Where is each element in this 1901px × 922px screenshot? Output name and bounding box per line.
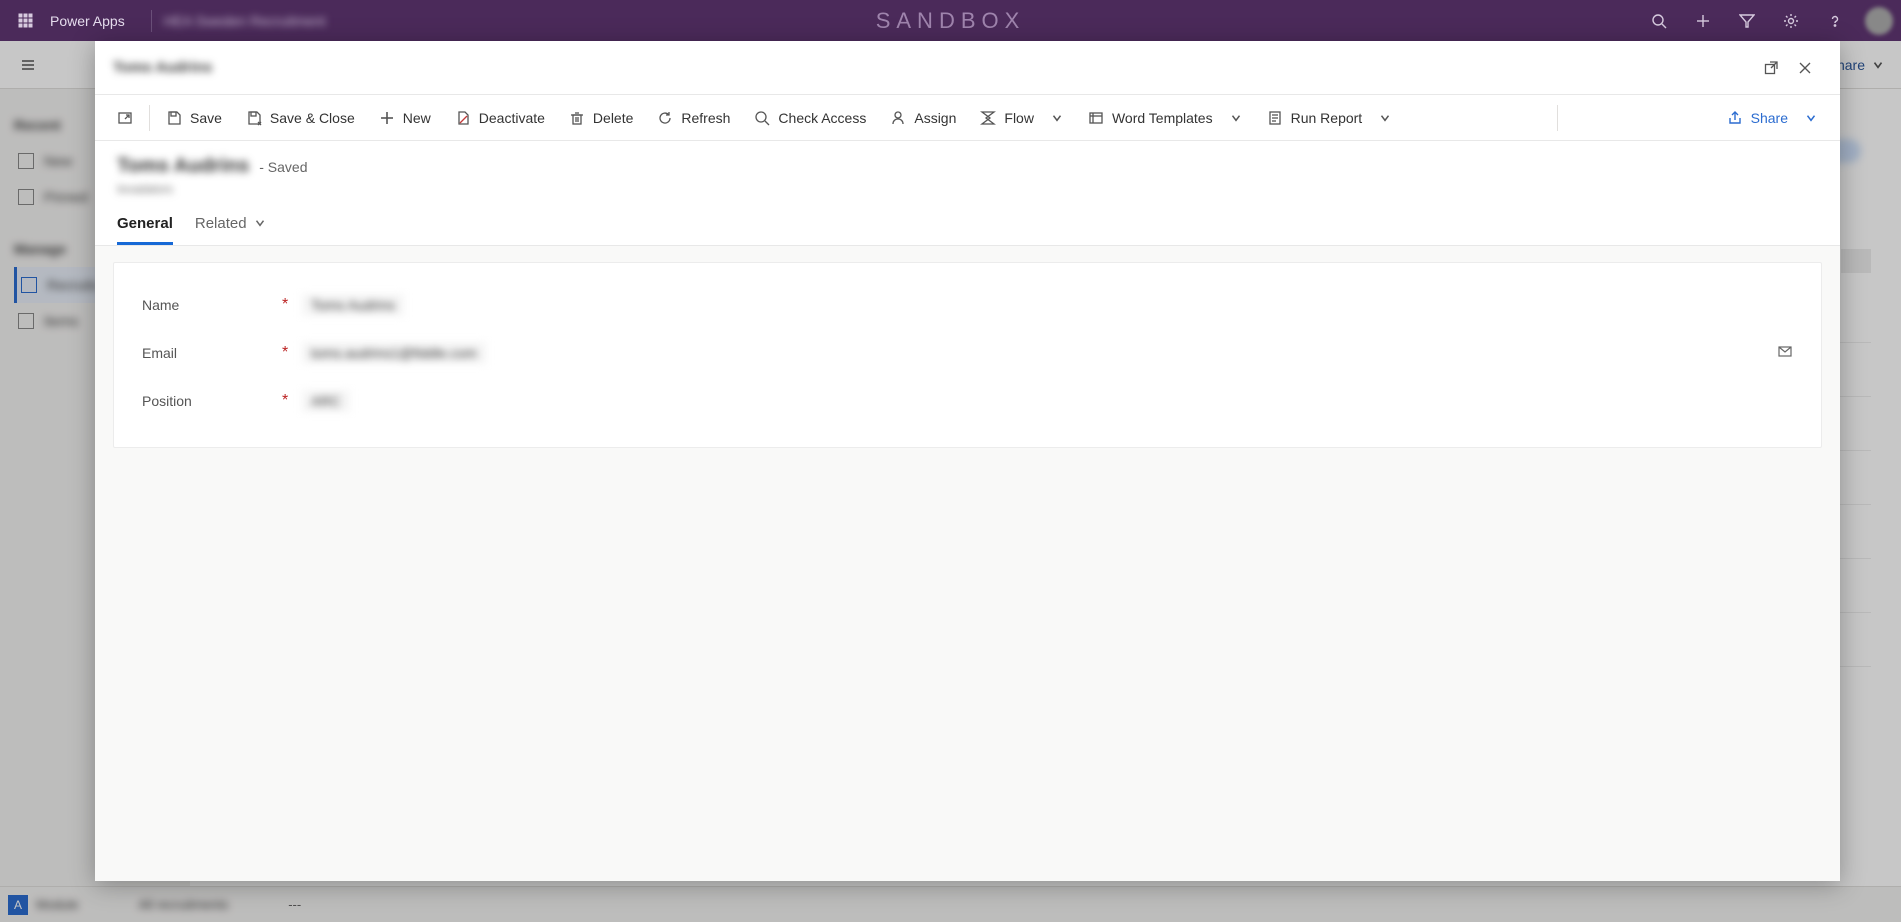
cmd-label: Check Access	[778, 110, 866, 126]
save-close-button[interactable]: Save & Close	[234, 100, 367, 136]
cmd-label: Refresh	[681, 110, 730, 126]
cmd-label: Save	[190, 110, 222, 126]
form-card: Name * Toms Audrins Email * toms.audrins…	[113, 262, 1822, 448]
search-icon[interactable]	[1639, 0, 1679, 41]
cmd-label: Run Report	[1291, 110, 1363, 126]
record-save-status: - Saved	[259, 159, 307, 175]
modal-command-bar: Save Save & Close New Deactivate Delete …	[95, 95, 1840, 141]
app-label[interactable]: Power Apps	[50, 13, 125, 29]
help-icon[interactable]	[1815, 0, 1855, 41]
user-avatar[interactable]	[1865, 7, 1893, 35]
new-button[interactable]: New	[367, 100, 443, 136]
name-input[interactable]: Toms Audrins	[302, 294, 404, 316]
position-input[interactable]: ARC	[302, 390, 350, 412]
environment-label[interactable]: HEA Sweden Recruitment	[164, 13, 326, 29]
field-label: Email	[142, 345, 282, 361]
flow-button[interactable]: Flow	[968, 100, 1076, 136]
field-name: Name * Toms Audrins	[142, 281, 1793, 329]
close-icon[interactable]	[1788, 51, 1822, 85]
record-subtitle: Ievadators	[117, 182, 1818, 196]
field-position: Position * ARC	[142, 377, 1793, 425]
mail-icon[interactable]	[1777, 343, 1793, 364]
cmd-label: Flow	[1004, 110, 1034, 126]
form-area: Name * Toms Audrins Email * toms.audrins…	[95, 246, 1840, 881]
assign-button[interactable]: Assign	[878, 100, 968, 136]
tab-general[interactable]: General	[117, 204, 173, 245]
tab-label: Related	[195, 215, 247, 232]
record-tabs: General Related	[95, 204, 1840, 246]
check-access-button[interactable]: Check Access	[742, 100, 878, 136]
email-input[interactable]: toms.audrins1@fiddle.com	[302, 342, 486, 364]
record-header: Toms Audrins - Saved Ievadators	[95, 141, 1840, 204]
gear-icon[interactable]	[1771, 0, 1811, 41]
required-marker: *	[282, 392, 292, 410]
sandbox-watermark: SANDBOX	[876, 8, 1026, 34]
share-button[interactable]: Share	[1715, 100, 1830, 136]
command-open-new[interactable]	[105, 100, 145, 136]
cmd-label: Deactivate	[479, 110, 545, 126]
app-launcher-icon[interactable]	[8, 0, 44, 41]
save-button[interactable]: Save	[154, 100, 234, 136]
refresh-button[interactable]: Refresh	[645, 100, 742, 136]
cmd-label: Delete	[593, 110, 633, 126]
record-modal: Toms Audrins Save Save & Close New Deact…	[95, 41, 1840, 881]
cmd-label: Share	[1751, 110, 1788, 126]
global-topbar: Power Apps HEA Sweden Recruitment SANDBO…	[0, 0, 1901, 41]
modal-title: Toms Audrins	[113, 59, 212, 76]
field-label: Position	[142, 393, 282, 409]
cmd-label: Save & Close	[270, 110, 355, 126]
field-email: Email * toms.audrins1@fiddle.com	[142, 329, 1793, 377]
run-report-button[interactable]: Run Report	[1255, 100, 1405, 136]
deactivate-button[interactable]: Deactivate	[443, 100, 557, 136]
filter-icon[interactable]	[1727, 0, 1767, 41]
cmd-label: Word Templates	[1112, 110, 1213, 126]
word-templates-button[interactable]: Word Templates	[1076, 100, 1255, 136]
field-label: Name	[142, 297, 282, 313]
required-marker: *	[282, 344, 292, 362]
modal-header: Toms Audrins	[95, 41, 1840, 95]
required-marker: *	[282, 296, 292, 314]
popout-icon[interactable]	[1754, 51, 1788, 85]
divider	[149, 105, 150, 131]
divider	[151, 10, 152, 32]
tab-related[interactable]: Related	[195, 204, 267, 245]
cmd-label: Assign	[914, 110, 956, 126]
tab-label: General	[117, 215, 173, 232]
add-icon[interactable]	[1683, 0, 1723, 41]
cmd-label: New	[403, 110, 431, 126]
delete-button[interactable]: Delete	[557, 100, 645, 136]
record-name: Toms Audrins	[117, 155, 249, 178]
divider	[1557, 105, 1558, 131]
